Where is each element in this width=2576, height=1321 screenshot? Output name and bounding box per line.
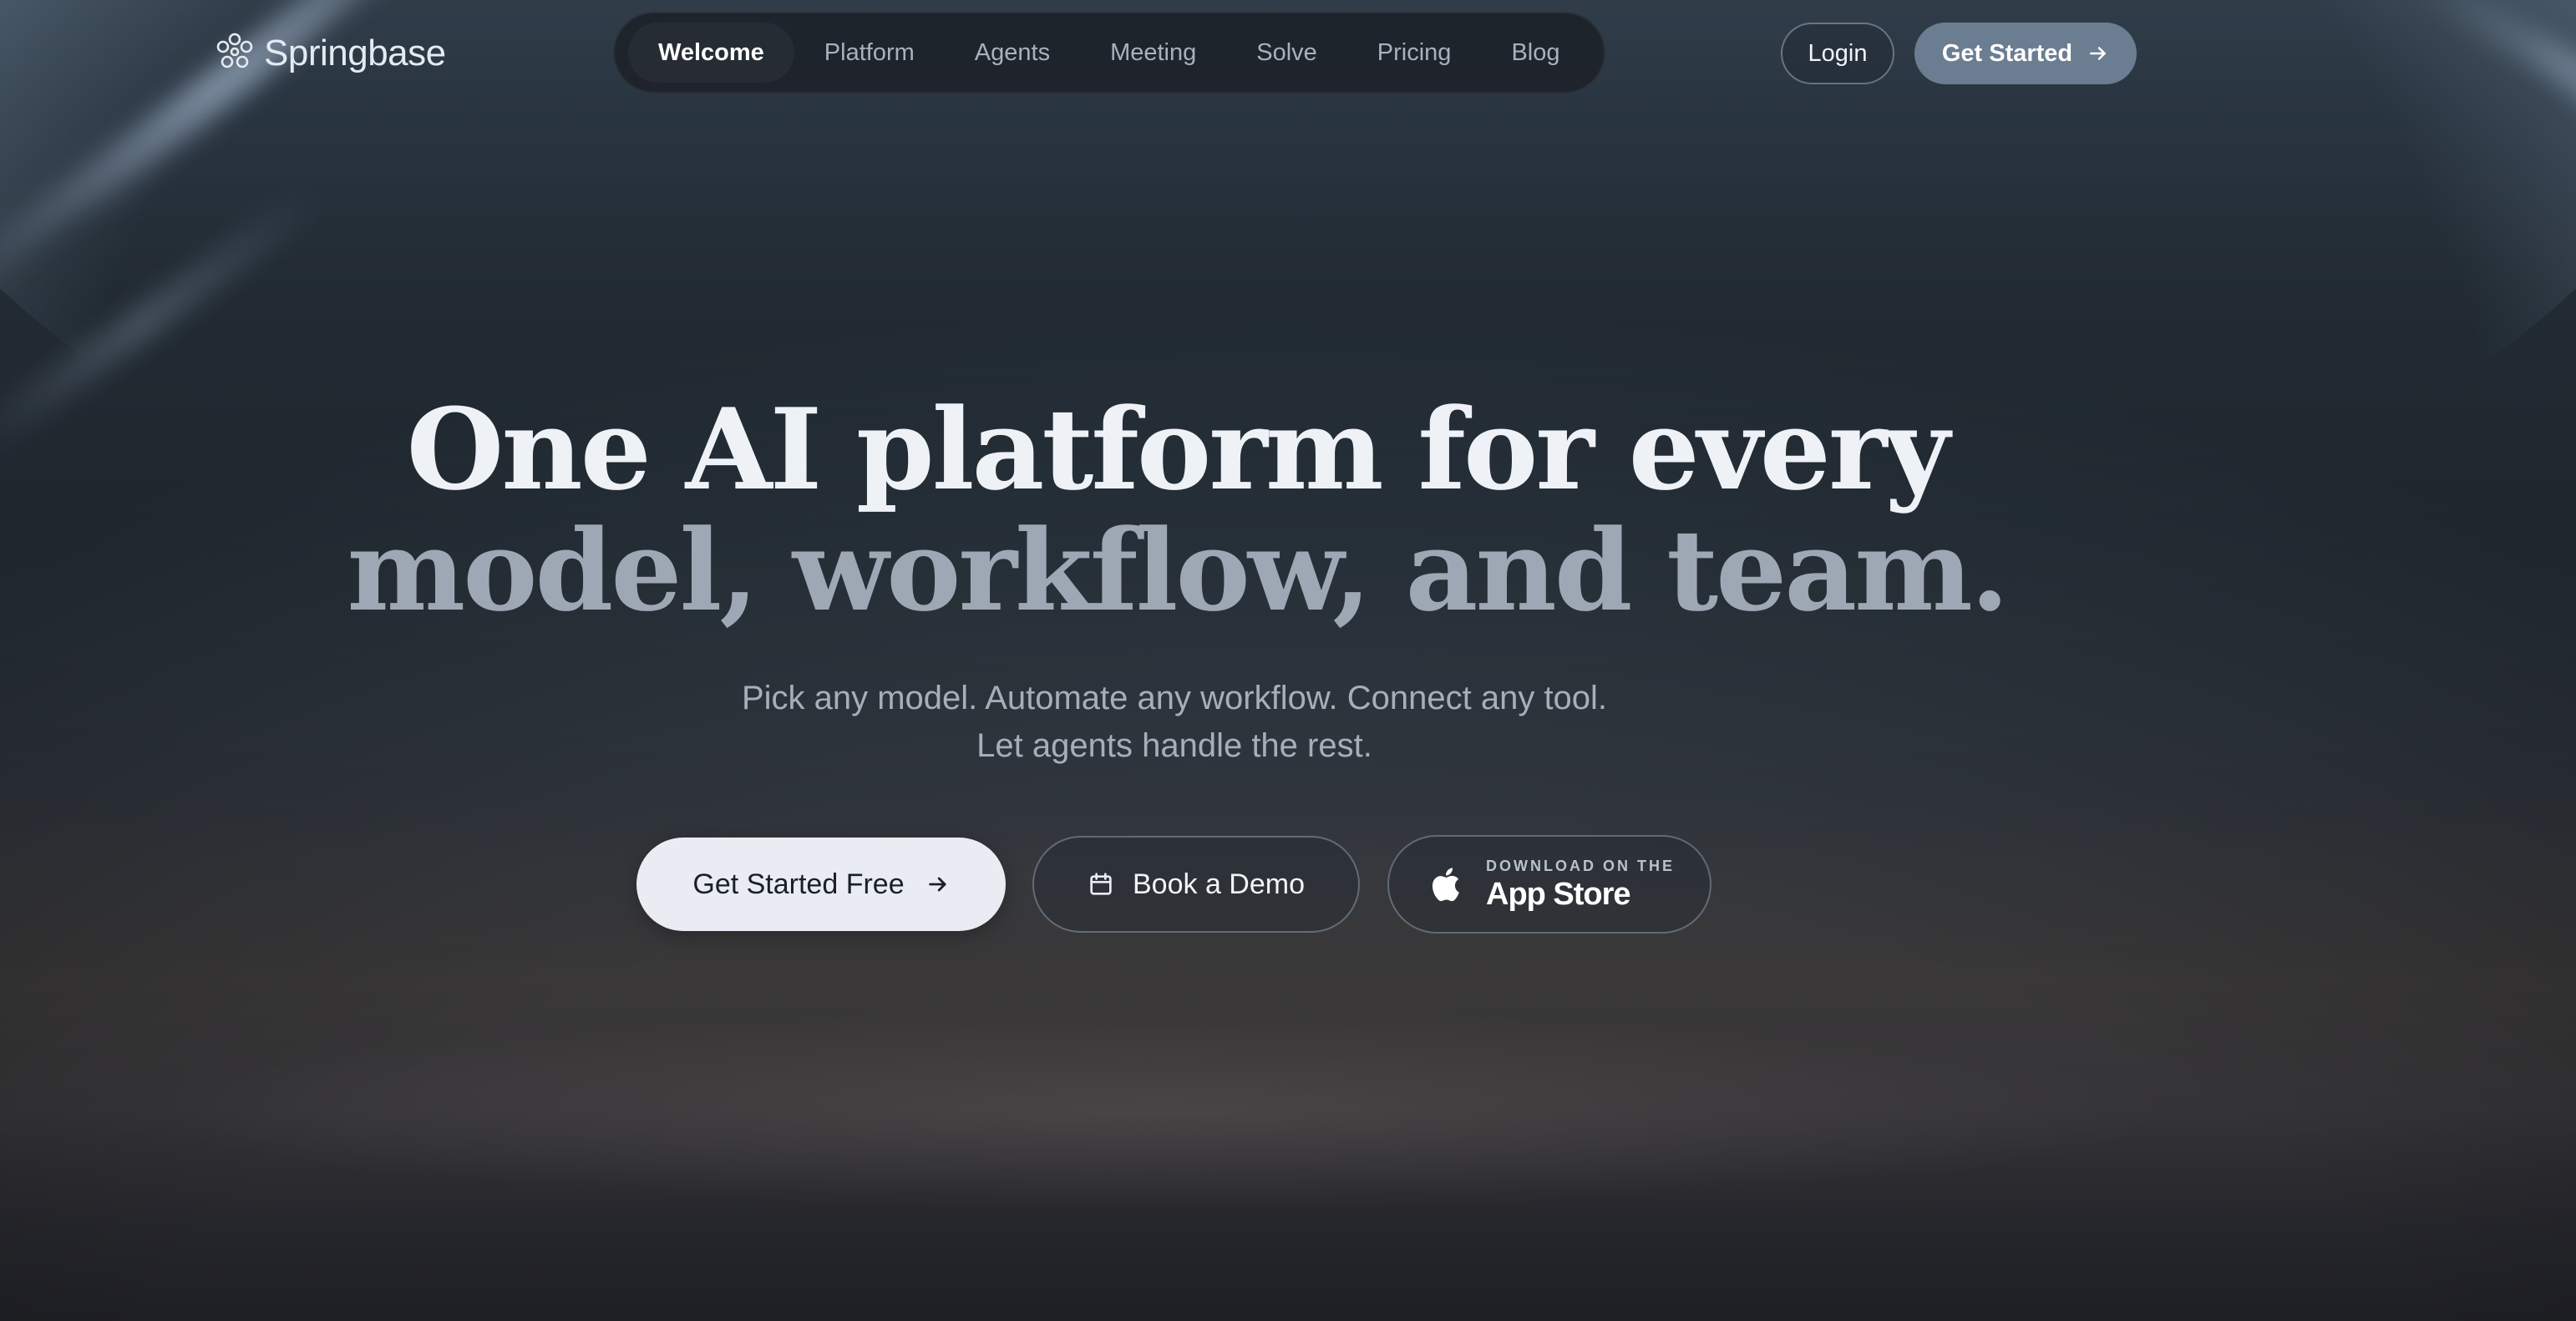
calendar-icon [1088,871,1114,898]
app-store-button[interactable]: DOWNLOAD ON THE App Store [1387,835,1711,934]
app-store-big-label: App Store [1486,877,1631,912]
get-started-free-label: Get Started Free [692,868,905,900]
hero-subheadline-line2: Let agents handle the rest. [976,727,1372,764]
app-store-text: DOWNLOAD ON THE App Store [1486,858,1675,910]
login-button-label: Login [1808,39,1868,67]
apple-icon [1429,866,1461,903]
login-button[interactable]: Login [1781,23,1894,84]
nav-item-pricing[interactable]: Pricing [1347,23,1482,83]
nav-item-platform[interactable]: Platform [794,23,945,83]
nav-item-meeting[interactable]: Meeting [1080,23,1226,83]
book-demo-button[interactable]: Book a Demo [1032,836,1360,933]
get-started-button[interactable]: Get Started [1914,23,2137,84]
app-store-small-label: DOWNLOAD ON THE [1486,858,1675,874]
nav-item-blog[interactable]: Blog [1481,23,1590,83]
hero-subheadline: Pick any model. Automate any workflow. C… [0,675,2349,770]
light-ray [2414,0,2576,165]
hero-headline-line1: One AI platform for every [406,383,1950,515]
landing-page: Springbase Welcome Platform Agents Meeti… [0,0,2576,1321]
nav-item-solve[interactable]: Solve [1226,23,1347,83]
nav-item-welcome[interactable]: Welcome [628,23,794,83]
nav-item-agents[interactable]: Agents [945,23,1080,83]
main-nav: Welcome Platform Agents Meeting Solve Pr… [613,12,1605,94]
book-demo-label: Book a Demo [1133,868,1305,900]
brand-logo[interactable]: Springbase [214,30,446,77]
background-horizon [0,960,2576,1211]
hero-subheadline-line1: Pick any model. Automate any workflow. C… [741,680,1608,716]
get-started-button-label: Get Started [1941,39,2073,67]
hero-headline-line2: model, workflow, and team. [347,504,2009,636]
springbase-logo-icon [214,31,256,77]
arrow-right-icon [2087,43,2109,64]
get-started-free-button[interactable]: Get Started Free [636,838,1006,931]
light-ray [2512,20,2576,208]
brand-name: Springbase [264,33,446,73]
arrow-right-icon [926,873,950,896]
hero-headline: One AI platform for every model, workflo… [0,389,2354,631]
